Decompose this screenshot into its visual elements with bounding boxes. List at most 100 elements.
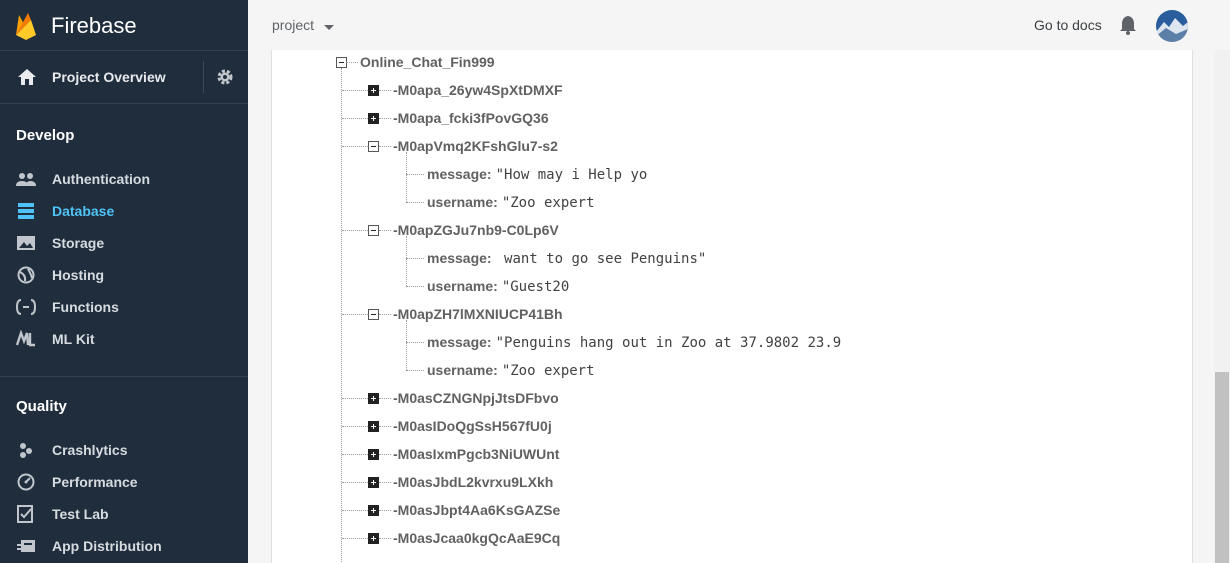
tree-node-key[interactable]: -M0apZGJu7nb9-C0Lp6V bbox=[393, 222, 559, 238]
collapse-toggle[interactable] bbox=[368, 141, 379, 152]
tree-field[interactable]: message: "Penguins hang out in Zoo at 37.… bbox=[427, 334, 841, 351]
develop-section-title: Develop bbox=[16, 127, 75, 144]
collapse-toggle[interactable] bbox=[368, 225, 379, 236]
tree-connector bbox=[342, 118, 368, 119]
sidebar-item-ml-kit[interactable]: ML Kit bbox=[0, 323, 248, 355]
sidebar-item-label: ML Kit bbox=[52, 331, 95, 347]
tree-connector bbox=[342, 398, 368, 399]
field-value[interactable]: "Zoo expert bbox=[502, 195, 595, 211]
tree-connector bbox=[379, 146, 391, 147]
tree-connector bbox=[342, 538, 368, 539]
quality-section-title: Quality bbox=[16, 398, 67, 415]
chevron-down-icon[interactable] bbox=[324, 25, 334, 30]
scrollbar-thumb[interactable] bbox=[1215, 372, 1229, 563]
project-overview-link[interactable]: Project Overview bbox=[52, 69, 166, 85]
tree-connector bbox=[406, 202, 424, 203]
field-value[interactable]: "How may i Help yo bbox=[496, 167, 648, 183]
brand[interactable]: Firebase bbox=[0, 0, 248, 51]
tree-node-key[interactable]: -M0asIDoQgSsH567fU0j bbox=[393, 418, 552, 434]
sidebar-item-crashlytics[interactable]: Crashlytics bbox=[0, 434, 248, 466]
field-value[interactable]: "Zoo expert bbox=[502, 363, 595, 379]
tree-node-key[interactable]: -M0asJbpt4Aa6KsGAZSe bbox=[393, 502, 560, 518]
divider bbox=[0, 376, 248, 377]
database-tree-panel: Online_Chat_Fin999 -M0apa_26yw4SpXtDMXF -M… bbox=[271, 50, 1193, 563]
tree-connector bbox=[379, 314, 391, 315]
tree-connector bbox=[379, 538, 391, 539]
tree-node-key[interactable]: -M0apa_26yw4SpXtDMXF bbox=[393, 82, 563, 98]
avatar[interactable] bbox=[1156, 10, 1188, 42]
bell-icon[interactable] bbox=[1119, 15, 1137, 35]
scrollbar[interactable] bbox=[1214, 50, 1230, 563]
expand-toggle[interactable] bbox=[368, 449, 379, 460]
tree-field[interactable]: message: want to go see Penguins" bbox=[427, 250, 706, 267]
sidebar-item-label: Functions bbox=[52, 299, 119, 315]
tree-connector bbox=[406, 152, 407, 202]
tree-connector bbox=[379, 426, 391, 427]
tree-connector bbox=[379, 230, 391, 231]
checklist-icon bbox=[17, 505, 33, 523]
project-selector[interactable]: project bbox=[272, 17, 314, 33]
field-value[interactable]: "Penguins hang out in Zoo at 37.9802 23.… bbox=[496, 335, 842, 351]
bug-icon bbox=[20, 443, 32, 458]
sidebar-item-performance[interactable]: Performance bbox=[0, 466, 248, 498]
image-icon bbox=[17, 236, 35, 250]
sidebar-item-app-distribution[interactable]: App Distribution bbox=[0, 530, 248, 562]
sidebar-item-hosting[interactable]: Hosting bbox=[0, 259, 248, 291]
tree-field[interactable]: username: "Guest20 bbox=[427, 278, 569, 295]
tree-connector bbox=[406, 370, 424, 371]
tree-connector bbox=[346, 62, 358, 63]
sidebar-item-test-lab[interactable]: Test Lab bbox=[0, 498, 248, 530]
tree-connector bbox=[342, 454, 368, 455]
sidebar-item-storage[interactable]: Storage bbox=[0, 227, 248, 259]
tree-connector bbox=[406, 286, 424, 287]
sidebar-item-label: Test Lab bbox=[52, 506, 109, 522]
speedometer-icon bbox=[17, 473, 35, 491]
distribution-icon bbox=[17, 540, 35, 552]
sidebar-item-authentication[interactable]: Authentication bbox=[0, 163, 248, 195]
expand-toggle[interactable] bbox=[368, 113, 379, 124]
people-icon bbox=[16, 173, 36, 186]
globe-icon bbox=[17, 266, 35, 284]
tree-node-key[interactable]: -M0asJcaa0kgQcAaE9Cq bbox=[393, 530, 560, 546]
tree-connector bbox=[379, 482, 391, 483]
tree-field[interactable]: username: "Zoo expert bbox=[427, 194, 595, 211]
firebase-logo-icon bbox=[16, 13, 36, 40]
tree-node-key[interactable]: -M0apZH7lMXNIUCP41Bh bbox=[393, 306, 563, 322]
tree-connector bbox=[379, 398, 391, 399]
expand-toggle[interactable] bbox=[368, 85, 379, 96]
functions-icon bbox=[16, 299, 36, 315]
expand-toggle[interactable] bbox=[368, 477, 379, 488]
ml-kit-icon bbox=[16, 330, 35, 347]
sidebar-item-functions[interactable]: Functions bbox=[0, 291, 248, 323]
expand-toggle[interactable] bbox=[368, 505, 379, 516]
tree-node-key[interactable]: -M0apVmq2KFshGlu7-s2 bbox=[393, 138, 558, 154]
tree-root-key[interactable]: Online_Chat_Fin999 bbox=[360, 54, 495, 70]
tree-connector bbox=[406, 174, 424, 175]
tree-node-key[interactable]: -M0asIxmPgcb3NiUWUnt bbox=[393, 446, 559, 462]
sidebar-item-label: Storage bbox=[52, 235, 105, 251]
field-value[interactable]: want to go see Penguins" bbox=[496, 251, 706, 267]
sidebar-item-label: App Distribution bbox=[52, 538, 162, 554]
tree-field[interactable]: username: "Zoo expert bbox=[427, 362, 595, 379]
gear-icon[interactable] bbox=[216, 68, 234, 86]
expand-toggle[interactable] bbox=[368, 421, 379, 432]
tree-connector bbox=[379, 118, 391, 119]
tree-node-key[interactable]: -M0apa_fcki3fPovGQ36 bbox=[393, 110, 549, 126]
tree-connector bbox=[342, 314, 368, 315]
divider bbox=[203, 61, 204, 93]
expand-toggle[interactable] bbox=[368, 393, 379, 404]
field-key: message: bbox=[427, 166, 492, 182]
tree-node-key[interactable]: -M0asCZNGNpjJtsDFbvo bbox=[393, 390, 559, 406]
tree-connector bbox=[406, 236, 407, 286]
field-key: message: bbox=[427, 250, 492, 266]
collapse-toggle[interactable] bbox=[368, 309, 379, 320]
sidebar-item-database[interactable]: Database bbox=[0, 195, 248, 227]
go-to-docs-link[interactable]: Go to docs bbox=[1034, 17, 1102, 33]
tree-node-key[interactable]: -M0asJbdL2kvrxu9LXkh bbox=[393, 474, 553, 490]
field-value[interactable]: "Guest20 bbox=[502, 279, 569, 295]
tree-connector bbox=[341, 68, 342, 563]
tree-connector bbox=[342, 482, 368, 483]
tree-field[interactable]: message: "How may i Help yo bbox=[427, 166, 647, 183]
expand-toggle[interactable] bbox=[368, 533, 379, 544]
field-key: username: bbox=[427, 362, 498, 378]
